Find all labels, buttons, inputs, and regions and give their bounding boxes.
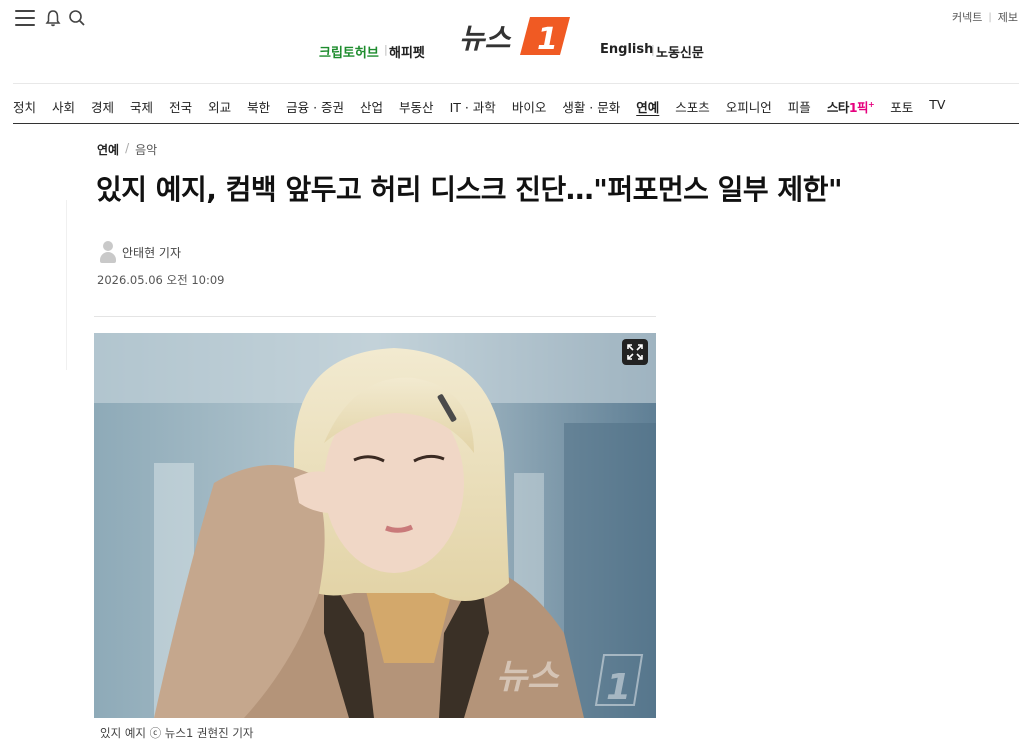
news1-logo[interactable]: 뉴스 1 (458, 13, 574, 59)
author-name: 안태현 기자 (122, 245, 182, 260)
separator: | (651, 43, 655, 56)
nav-item-star1pick[interactable]: 스타1픽+ (826, 97, 875, 116)
nav-item-it-science[interactable]: IT · 과학 (450, 97, 496, 116)
star-prefix: 스타 (826, 100, 850, 115)
breadcrumb: 연예 / 음악 (97, 141, 157, 158)
breadcrumb-subsection[interactable]: 음악 (135, 141, 157, 158)
top-links: 커넥트 | 제보 (952, 9, 1018, 25)
nav-top-divider (13, 83, 1019, 84)
breadcrumb-section[interactable]: 연예 (97, 141, 119, 158)
photo-watermark-text: 뉴스 (496, 657, 560, 697)
nav-item-people[interactable]: 피플 (788, 97, 811, 116)
search-icon[interactable] (68, 9, 86, 27)
article-photo[interactable]: 뉴스 1 (94, 333, 656, 718)
separator: | (384, 43, 388, 56)
article-date: 2026.05.06 오전 10:09 (97, 273, 225, 287)
star-mark: + (868, 99, 875, 109)
avatar (98, 240, 118, 264)
nav-item-sports[interactable]: 스포츠 (675, 97, 710, 116)
logo-text: 뉴스 (459, 22, 512, 55)
happy-pet-link[interactable]: 해피펫 (389, 42, 425, 61)
nav-item-world[interactable]: 국제 (130, 97, 153, 116)
news1-logo-graphic: 뉴스 1 (459, 17, 570, 57)
logo-number: 1 (537, 22, 558, 57)
separator: | (988, 11, 992, 23)
article-photo-image: 뉴스 1 (94, 333, 656, 718)
nav-item-nation[interactable]: 전국 (169, 97, 192, 116)
nav-item-diplomacy[interactable]: 외교 (208, 97, 231, 116)
author-byline[interactable]: 안태현 기자 (98, 240, 181, 264)
nav-item-real-estate[interactable]: 부동산 (399, 97, 434, 116)
bell-icon[interactable] (45, 9, 61, 27)
nav-item-tv[interactable]: TV (929, 97, 945, 116)
nav-item-photo[interactable]: 포토 (890, 97, 913, 116)
breadcrumb-separator: / (125, 141, 130, 155)
labor-newspaper-link[interactable]: 노동신문 (656, 42, 704, 61)
connect-link[interactable]: 커넥트 (952, 9, 982, 25)
side-divider (66, 200, 67, 370)
nav-item-industry[interactable]: 산업 (360, 97, 383, 116)
nav-item-bio[interactable]: 바이오 (512, 97, 547, 116)
menu-icon[interactable] (15, 10, 35, 26)
nav-item-politics[interactable]: 정치 (13, 97, 36, 116)
nav-item-life-culture[interactable]: 생활 · 문화 (562, 97, 620, 116)
crypto-hub-link[interactable]: 크립토허브 (319, 42, 379, 61)
nav-item-opinion[interactable]: 오피니언 (726, 97, 772, 116)
main-nav: 정치 사회 경제 국제 전국 외교 북한 금융 · 증권 산업 부동산 IT ·… (13, 97, 961, 116)
nav-item-entertainment[interactable]: 연예 (636, 97, 659, 116)
nav-item-society[interactable]: 사회 (52, 97, 75, 116)
star-brand: 1픽 (848, 100, 869, 115)
english-link[interactable]: English (600, 42, 653, 57)
article-divider (94, 316, 656, 317)
nav-item-north-korea[interactable]: 북한 (247, 97, 270, 116)
expand-photo-button[interactable] (622, 339, 648, 365)
nav-item-finance[interactable]: 금융 · 증권 (286, 97, 344, 116)
photo-watermark-number: 1 (606, 667, 631, 708)
photo-caption: 있지 예지 ⓒ 뉴스1 권현진 기자 (100, 726, 254, 740)
expand-icon (627, 344, 643, 360)
article-title: 있지 예지, 컴백 앞두고 허리 디스크 진단…"퍼포먼스 일부 제한" (96, 173, 843, 206)
report-link[interactable]: 제보 (998, 9, 1018, 25)
nav-item-economy[interactable]: 경제 (91, 97, 114, 116)
nav-bottom-divider (13, 123, 1019, 124)
